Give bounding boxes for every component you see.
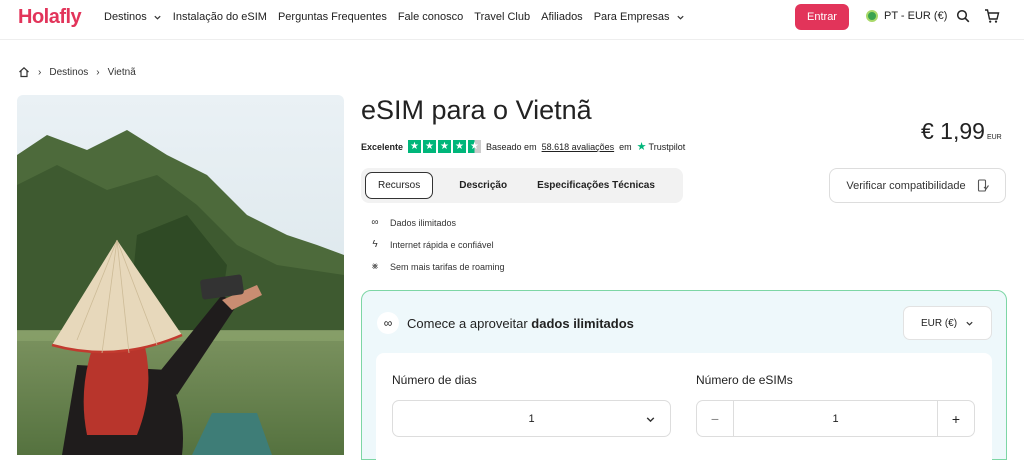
chevron-down-icon	[676, 15, 684, 20]
feature-label: Internet rápida e confiável	[390, 239, 494, 250]
plan-heading-bold: dados ilimitados	[531, 315, 634, 331]
lightning-icon: ϟ	[372, 239, 378, 250]
chevron-down-icon	[154, 15, 161, 20]
plan-selector-panel: ∞ Comece a aproveitar dados ilimitados E…	[361, 290, 1007, 473]
star-icon: ★	[408, 140, 422, 153]
breadcrumb-separator: ›	[96, 66, 100, 78]
trustpilot-label: Trustpilot	[648, 141, 686, 152]
days-value: 1	[528, 412, 535, 425]
features-list: ∞ Dados ilimitados ϟ Internet rápida e con…	[369, 216, 505, 273]
main-nav: Destinos Instalação do eSIM Perguntas Fr…	[104, 11, 685, 23]
product-title: eSIM para o Vietnã	[361, 95, 592, 125]
star-icon: ★	[423, 140, 437, 153]
trustpilot-star-icon: ★	[636, 141, 647, 153]
rating-label: Excelente	[361, 141, 404, 152]
portugal-flag-icon	[866, 10, 878, 22]
plan-heading: ∞ Comece a aproveitar dados ilimitados	[377, 312, 634, 334]
holafly-logo[interactable]: Holafly	[18, 6, 82, 29]
nav-para-empresas[interactable]: Para Empresas	[594, 11, 685, 23]
compat-label: Verificar compatibilidade	[846, 179, 966, 192]
login-button[interactable]: Entrar	[795, 4, 849, 30]
tab-recursos[interactable]: Recursos	[365, 172, 434, 199]
nav-destinos[interactable]: Destinos	[104, 11, 162, 23]
days-label: Número de dias	[392, 373, 477, 387]
check-compatibility-button[interactable]: Verificar compatibilidade	[829, 168, 1006, 203]
breadcrumb-destinos[interactable]: Destinos	[49, 67, 88, 78]
feature-label: Sem mais tarifas de roaming	[390, 261, 505, 272]
price-value: € 1,99	[921, 118, 985, 144]
product-tabs: Recursos Descrição Especificações Técnic…	[361, 168, 683, 203]
nav-perguntas[interactable]: Perguntas Frequentes	[278, 11, 387, 23]
tab-descricao[interactable]: Descrição	[447, 173, 519, 198]
tab-especificacoes[interactable]: Especificações Técnicas	[525, 173, 667, 198]
feature-fast-internet: ϟ Internet rápida e confiável	[369, 238, 505, 251]
based-on-text: Baseado em	[486, 141, 537, 152]
no-roaming-icon: ⨳	[371, 261, 379, 272]
nav-destinos-label: Destinos	[104, 11, 147, 23]
breadcrumb-vietna: Vietnã	[107, 66, 136, 78]
chevron-down-icon	[646, 417, 655, 423]
trustpilot-rating: Excelente ★ ★ ★ ★ ★ Baseado em 58.618 av…	[361, 140, 685, 153]
decrement-button[interactable]: −	[697, 401, 733, 436]
days-select[interactable]: 1	[392, 400, 671, 437]
home-icon[interactable]	[18, 66, 30, 78]
nav-fale-conosco[interactable]: Fale conosco	[398, 11, 463, 23]
feature-unlimited-data: ∞ Dados ilimitados	[369, 216, 505, 229]
breadcrumb-separator: ›	[38, 66, 42, 78]
nav-travel-club[interactable]: Travel Club	[474, 11, 530, 23]
vietnam-hero-image	[17, 95, 344, 455]
phone-check-icon	[977, 179, 989, 192]
rating-stars: ★ ★ ★ ★ ★	[408, 140, 482, 153]
chevron-down-icon	[966, 321, 973, 326]
infinity-icon: ∞	[377, 312, 399, 334]
plan-heading-prefix: Comece a aproveitar	[407, 315, 528, 331]
increment-button[interactable]: +	[938, 401, 974, 436]
nav-para-empresas-label: Para Empresas	[593, 11, 670, 23]
star-half-icon: ★	[468, 140, 482, 153]
locale-label: PT - EUR (€)	[884, 10, 948, 22]
plan-options-card: Número de dias Número de eSIMs 1 − 1 +	[376, 353, 992, 473]
currency-select[interactable]: EUR (€)	[903, 306, 992, 340]
infinity-icon: ∞	[371, 217, 379, 228]
feature-no-roaming: ⨳ Sem mais tarifas de roaming	[369, 260, 505, 273]
top-navigation-bar: Holafly Destinos Instalação do eSIM Perg…	[0, 0, 1024, 40]
price-currency: EUR	[986, 134, 1002, 141]
cart-icon[interactable]	[984, 8, 1000, 24]
on-text: em	[619, 141, 632, 152]
esims-label: Número de eSIMs	[696, 373, 793, 387]
star-icon: ★	[438, 140, 452, 153]
currency-value: EUR (€)	[920, 317, 958, 329]
locale-selector[interactable]: PT - EUR (€)	[866, 10, 947, 22]
esims-value[interactable]: 1	[733, 401, 938, 436]
reviews-link[interactable]: 58.618 avaliações	[542, 142, 615, 152]
breadcrumb: › Destinos › Vietnã	[18, 66, 136, 78]
nav-instalacao[interactable]: Instalação do eSIM	[173, 11, 267, 23]
nav-afiliados[interactable]: Afiliados	[541, 11, 583, 23]
esims-quantity-stepper: − 1 +	[696, 400, 975, 437]
star-icon: ★	[453, 140, 467, 153]
feature-label: Dados ilimitados	[390, 217, 457, 228]
product-price: € 1,99 EUR	[921, 118, 1002, 145]
trustpilot-logo[interactable]: ★ Trustpilot	[637, 140, 686, 153]
search-icon[interactable]	[956, 9, 970, 23]
